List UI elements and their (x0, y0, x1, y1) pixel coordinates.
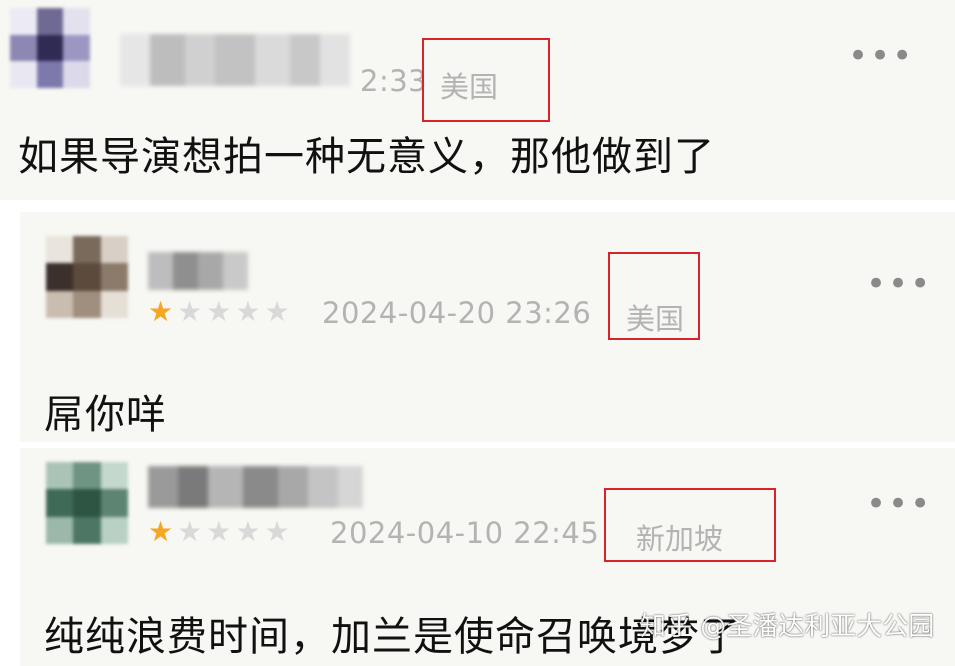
more-options-icon[interactable]: ••• (848, 39, 914, 73)
comment-card: 2:33 美国 ••• 如果导演想拍一种无意义，那他做到了 (0, 0, 955, 200)
star-rating: ★ ★ ★ ★ ★ (148, 518, 290, 546)
region-highlight-box (422, 38, 550, 122)
star-empty-icon: ★ (235, 295, 261, 328)
avatar[interactable] (46, 236, 128, 318)
star-filled-icon: ★ (148, 515, 174, 548)
more-options-icon[interactable]: ••• (866, 267, 932, 301)
reply-timestamp: 2024-04-20 23:26 (322, 296, 592, 330)
reply-text: 纯纯浪费时间，加兰是使命召唤境梦了 (44, 614, 741, 660)
star-empty-icon: ★ (177, 515, 203, 548)
avatar[interactable] (10, 8, 90, 88)
star-empty-icon: ★ (264, 515, 290, 548)
comment-time: 2:33 (360, 64, 428, 98)
source-watermark: 知乎 @圣潘达利亚大公园 (640, 612, 935, 642)
username-blurred[interactable] (148, 466, 363, 508)
star-rating: ★ ★ ★ ★ ★ (148, 298, 290, 326)
star-empty-icon: ★ (177, 295, 203, 328)
star-empty-icon: ★ (206, 515, 232, 548)
region-highlight-box (608, 252, 700, 340)
reply-timestamp: 2024-04-10 22:45 (330, 516, 600, 550)
username-blurred[interactable] (120, 34, 350, 86)
reply-text: 屌你咩 (44, 392, 167, 438)
comment-feed: 2:33 美国 ••• 如果导演想拍一种无意义，那他做到了 ★ ★ ★ ★ ★ … (0, 0, 955, 666)
star-empty-icon: ★ (264, 295, 290, 328)
comment-text: 如果导演想拍一种无意义，那他做到了 (18, 134, 715, 180)
avatar[interactable] (46, 462, 128, 544)
region-highlight-box (604, 488, 776, 562)
star-empty-icon: ★ (206, 295, 232, 328)
star-filled-icon: ★ (148, 295, 174, 328)
username-blurred[interactable] (148, 252, 248, 290)
more-options-icon[interactable]: ••• (866, 487, 932, 521)
star-empty-icon: ★ (235, 515, 261, 548)
